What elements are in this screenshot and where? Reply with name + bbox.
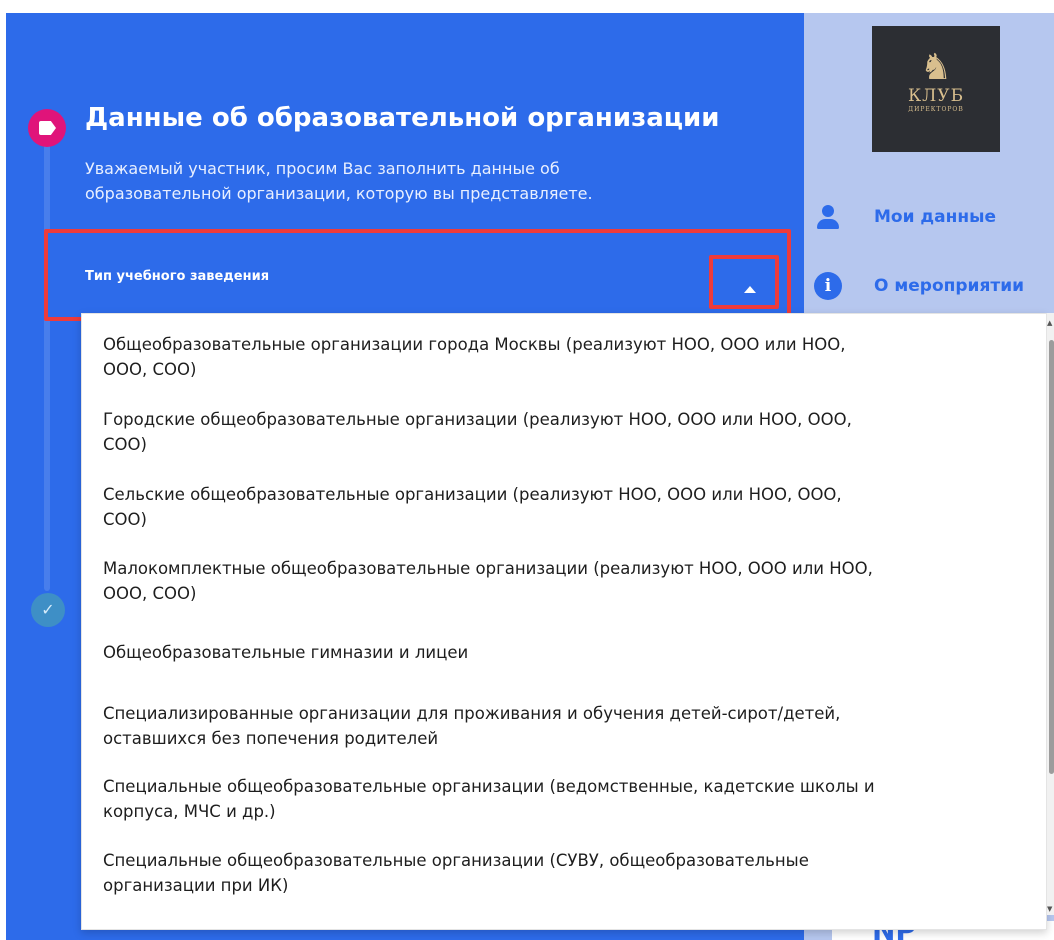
institution-type-options-list[interactable]: Общеобразовательные организации города М…	[81, 313, 1047, 930]
checkmark-icon: ✓	[41, 600, 55, 619]
option-item[interactable]: Специальные общеобразовательные организа…	[103, 774, 1023, 824]
stepper-line	[44, 135, 50, 591]
option-text: Сельские общеобразовательные организации…	[103, 485, 842, 504]
current-step-indicator	[28, 109, 66, 147]
option-text: ООО, СОО)	[103, 360, 197, 379]
institution-type-select[interactable]: Тип учебного заведения	[44, 229, 791, 321]
page: ✓ Данные об образовательной организации …	[0, 0, 1054, 940]
option-text: СОО)	[103, 510, 147, 529]
dropdown-scrollbar-thumb[interactable]	[1049, 340, 1054, 774]
logo-subtext: ДИРЕКТОРОВ	[908, 106, 964, 113]
option-text: Специальные общеобразовательные организа…	[103, 777, 875, 796]
sidebar-item-my-data[interactable]: Мои данные	[814, 197, 1054, 237]
sidebar-item-label: Мои данные	[874, 207, 997, 227]
sidebar-item-about-event[interactable]: i О мероприятии	[814, 266, 1054, 306]
option-text: ООО, СОО)	[103, 584, 197, 603]
sidebar-item-label: О мероприятии	[874, 276, 1025, 296]
description-line: образовательной организации, которую вы …	[85, 184, 593, 203]
step-completed-indicator[interactable]: ✓	[31, 593, 65, 627]
griffin-icon: ♞	[919, 47, 953, 88]
logo-text: КЛУБ	[907, 86, 965, 106]
caret-up-icon	[744, 286, 756, 293]
option-text: корпуса, МЧС и др.)	[103, 802, 276, 821]
select-label: Тип учебного заведения	[85, 269, 270, 284]
option-text: организации при ИК)	[103, 876, 289, 895]
dropdown-toggle-button[interactable]	[709, 255, 779, 309]
option-text: Городские общеобразовательные организаци…	[103, 410, 852, 429]
form-description: Уважаемый участник, просим Вас заполнить…	[85, 156, 745, 206]
info-icon: i	[814, 272, 842, 300]
option-item[interactable]: Общеобразовательные организации города М…	[103, 332, 1023, 382]
option-item[interactable]: Общеобразовательные гимназии и лицеи	[103, 640, 1023, 665]
option-item[interactable]: Городские общеобразовательные организаци…	[103, 407, 1023, 457]
user-icon	[814, 203, 842, 231]
scroll-up-arrow-icon[interactable]: ▲	[1047, 319, 1052, 327]
label-tag-icon	[39, 121, 56, 135]
option-text: СОО)	[103, 435, 147, 454]
option-item[interactable]: Сельские общеобразовательные организации…	[103, 482, 1023, 532]
option-text: Малокомплектные общеобразовательные орга…	[103, 559, 873, 578]
option-item[interactable]: Малокомплектные общеобразовательные орга…	[103, 556, 1023, 606]
option-item[interactable]: Специальные общеобразовательные организа…	[103, 848, 1023, 898]
option-text: оставшихся без попечения родителей	[103, 729, 439, 748]
option-item[interactable]: Специализированные организации для прожи…	[103, 701, 1023, 751]
scroll-down-arrow-icon[interactable]: ▼	[1047, 905, 1052, 913]
club-logo[interactable]: ♞ КЛУБ ДИРЕКТОРОВ	[872, 26, 1000, 152]
option-text: Специализированные организации для прожи…	[103, 704, 841, 723]
option-text: Общеобразовательные гимназии и лицеи	[103, 643, 469, 662]
option-text: Общеобразовательные организации города М…	[103, 335, 846, 354]
description-line: Уважаемый участник, просим Вас заполнить…	[85, 159, 560, 178]
form-title: Данные об образовательной организации	[85, 103, 720, 133]
option-text: Специальные общеобразовательные организа…	[103, 851, 809, 870]
